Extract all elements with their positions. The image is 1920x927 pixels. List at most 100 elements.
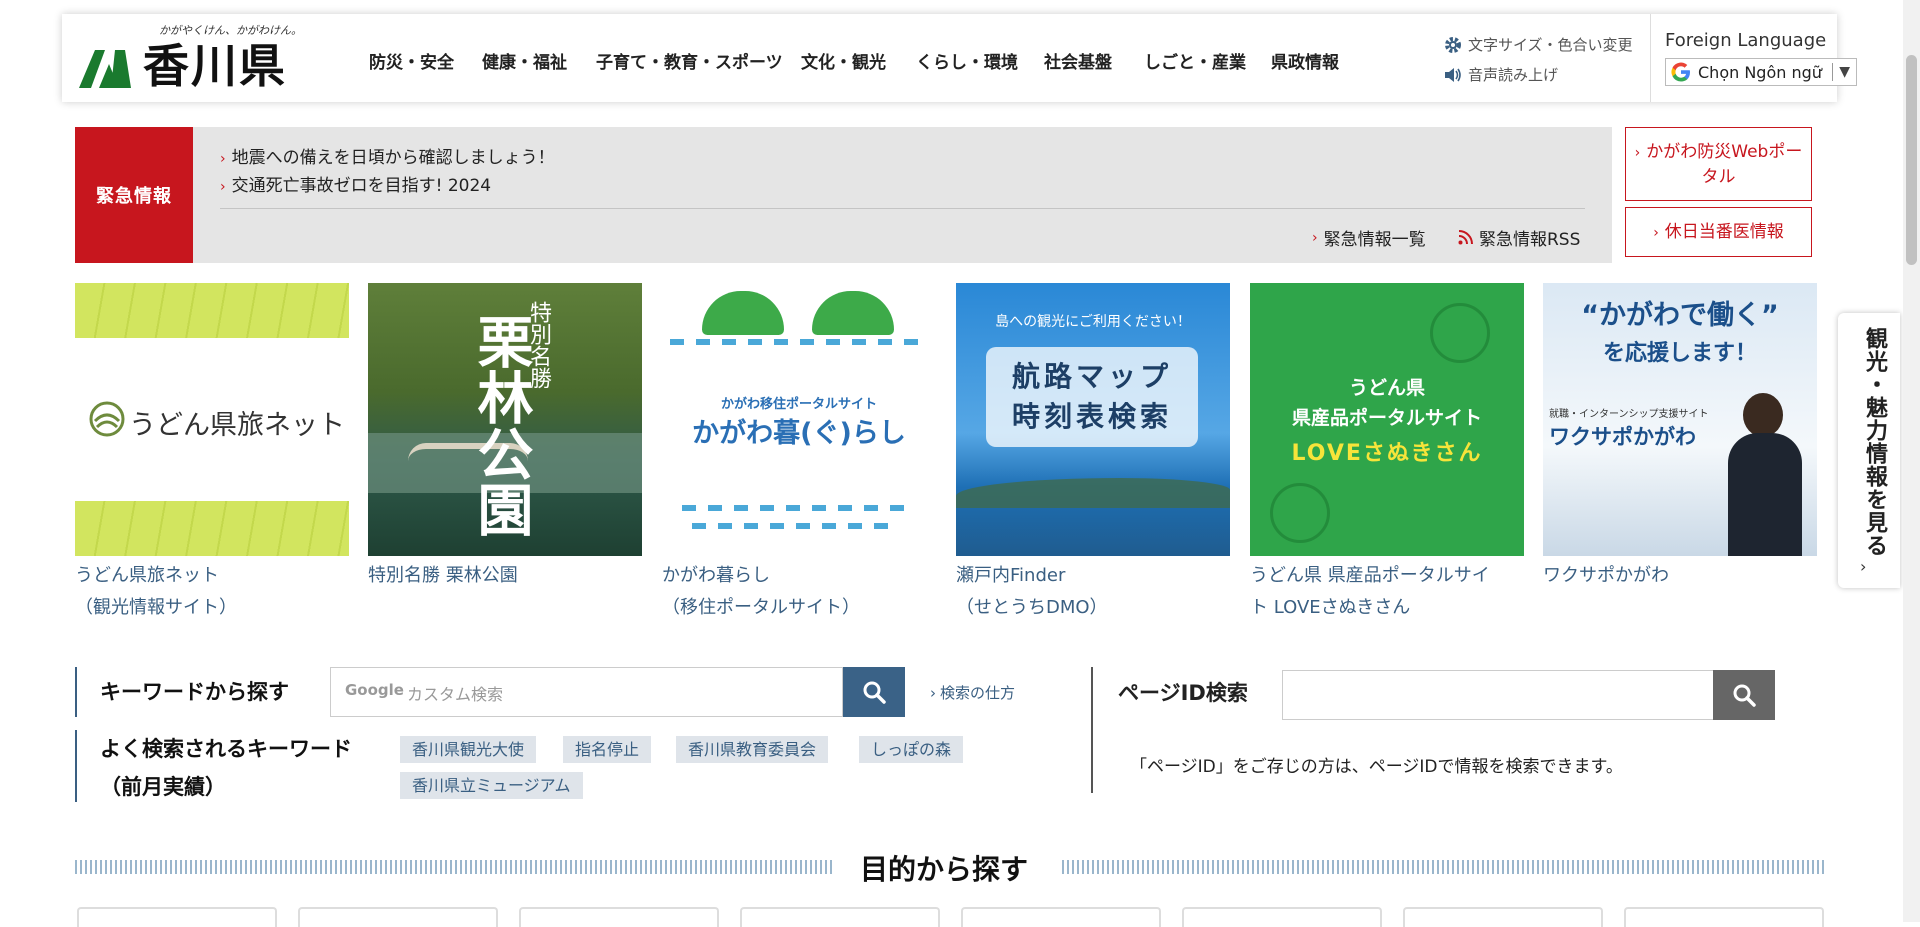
decorative-stripe	[75, 860, 835, 874]
gear-icon	[1445, 36, 1461, 53]
keyword-search-input[interactable]: Google カスタム検索	[330, 667, 843, 717]
banner-image-text-1: “かがわで働く”	[1581, 300, 1779, 331]
emergency-rss-label: 緊急情報RSS	[1479, 230, 1581, 250]
frequent-keywords-title-line: よく検索されるキーワード	[100, 737, 352, 761]
banner-udon-travel[interactable]: うどん県旅ネット	[75, 283, 349, 556]
banner-image-text-1: うどん県	[1348, 377, 1425, 399]
caption-kagawa-living[interactable]: かがわ暮らし （移住ポータルサイト）	[662, 560, 946, 624]
chevron-right-icon: ›	[1653, 224, 1659, 241]
keyword-tag[interactable]: 香川県観光大使	[400, 736, 537, 763]
scrollbar-thumb[interactable]	[1906, 55, 1917, 265]
chevron-down-icon: ▼	[1839, 64, 1850, 80]
tourism-attractions-tab[interactable]: 観光・魅力情報を見る ›	[1838, 313, 1900, 588]
search-icon	[1733, 684, 1756, 707]
divider	[220, 208, 1585, 209]
disaster-portal-button[interactable]: › かがわ防災Webポータル	[1625, 127, 1812, 201]
nav-infrastructure[interactable]: 社会基盤	[1044, 48, 1112, 73]
banner-image-text-4: ワクサポかがわ	[1549, 425, 1696, 449]
page-scrollbar[interactable]	[1903, 0, 1920, 922]
logo-tagline: かがやくけん、かがわけん。	[159, 24, 302, 37]
caption-line: （観光情報サイト）	[75, 597, 237, 618]
caption-line: （せとうちDMO）	[956, 597, 1108, 618]
read-aloud-link[interactable]: 音声読み上げ	[1444, 64, 1558, 85]
emergency-rss-link[interactable]: 緊急情報RSS	[1458, 225, 1580, 250]
language-select-value: Chọn Ngôn ngữ	[1698, 62, 1822, 82]
holiday-doctor-button[interactable]: › 休日当番医情報	[1625, 207, 1812, 257]
tourism-attractions-label: 観光・魅力情報を見る	[1862, 327, 1887, 557]
nav-living-environment[interactable]: くらし・環境	[916, 48, 1018, 73]
banner-setouchi-finder[interactable]: 島への観光にご利用ください！ 航路マップ 時刻表検索	[956, 283, 1230, 556]
purpose-card[interactable]	[961, 907, 1161, 927]
emergency-label: 緊急情報	[75, 127, 193, 263]
caption-line: 瀬戸内Finder	[956, 565, 1066, 586]
emergency-link-traffic[interactable]: › 交通死亡事故ゼロを目指す! 2024	[220, 171, 491, 196]
divider	[1650, 14, 1651, 102]
banner-image-text-small: かがわ移住ポータルサイト	[720, 397, 877, 412]
nav-work-industry[interactable]: しごと・産業	[1144, 48, 1246, 73]
search-icon	[863, 681, 886, 704]
section-accent-bar	[75, 730, 77, 802]
chevron-right-icon: ›	[220, 179, 226, 195]
rss-icon	[1458, 230, 1473, 245]
logo-text: 香川県	[143, 39, 287, 93]
chevron-right-icon: ›	[1312, 229, 1318, 246]
frequent-keywords-title: よく検索されるキーワード （前月実績）	[100, 730, 390, 806]
purpose-card[interactable]	[1403, 907, 1603, 927]
site-logo[interactable]: かがやくけん、かがわけん。 香川県	[77, 22, 302, 97]
caption-love-sanuki[interactable]: うどん県 県産品ポータルサイト LOVEさぬきさん	[1250, 560, 1534, 624]
banner-image-text-2: 県産品ポータルサイト	[1291, 407, 1482, 429]
caption-line: かがわ暮らし	[662, 565, 770, 586]
caption-line: ワクサポかがわ	[1543, 565, 1669, 586]
emergency-link-text: 地震への備えを日頃から確認しましょう！	[231, 148, 555, 168]
purpose-card[interactable]	[1182, 907, 1382, 927]
keyword-tag[interactable]: 香川県教育委員会	[676, 736, 829, 763]
caption-ritsurin-garden[interactable]: 特別名勝 栗林公園	[368, 560, 652, 592]
caption-line: 特別名勝 栗林公園	[368, 565, 518, 586]
kagawa-emblem-icon	[79, 50, 131, 88]
banner-image-text: うどん県旅ネット	[129, 410, 345, 441]
nav-disaster-safety[interactable]: 防災・安全	[369, 48, 454, 73]
udon-logo-icon	[89, 401, 125, 437]
banner-love-sanuki[interactable]: うどん県 県産品ポータルサイト LOVEさぬきさん	[1250, 283, 1524, 556]
caption-line: うどん県 県産品ポータルサイ	[1250, 565, 1490, 586]
disaster-portal-label: かがわ防災Webポータル	[1646, 141, 1803, 187]
caption-line: ト LOVEさぬきさん	[1250, 597, 1411, 618]
banner-kagawa-living[interactable]: かがわ移住ポータルサイト かがわ暮(ぐ)らし	[662, 283, 936, 556]
keyword-tag[interactable]: 香川県立ミュージアム	[400, 772, 583, 799]
chevron-right-icon: ›	[930, 684, 936, 702]
frequent-keywords-subtitle: （前月実績）	[100, 775, 226, 799]
search-howto-label: 検索の仕方	[940, 684, 1016, 702]
caption-wakusapo-kagawa[interactable]: ワクサポかがわ	[1543, 560, 1827, 592]
caption-udon-travel[interactable]: うどん県旅ネット （観光情報サイト）	[75, 560, 359, 624]
nav-prefectural-info[interactable]: 県政情報	[1271, 48, 1339, 73]
keyword-search-button[interactable]	[843, 667, 905, 717]
google-icon	[1671, 62, 1690, 82]
purpose-card[interactable]	[740, 907, 940, 927]
text-size-color-link[interactable]: 文字サイズ・色合い変更	[1444, 34, 1633, 55]
purpose-card[interactable]	[298, 907, 498, 927]
language-select[interactable]: Chọn Ngôn ngữ ▼	[1665, 58, 1857, 86]
banner-image-text-big: 栗林公園	[468, 313, 533, 537]
keyword-tag[interactable]: 指名停止	[563, 736, 652, 763]
nav-culture-tourism[interactable]: 文化・観光	[801, 48, 886, 73]
purpose-card[interactable]	[1624, 907, 1824, 927]
nav-childcare-education-sports[interactable]: 子育て・教育・スポーツ	[596, 48, 783, 73]
chevron-right-icon: ›	[220, 151, 226, 167]
search-howto-link[interactable]: › 検索の仕方	[930, 682, 1015, 703]
emergency-link-earthquake[interactable]: › 地震への備えを日頃から確認しましょう！	[220, 143, 555, 168]
page-id-input[interactable]	[1282, 670, 1715, 720]
banner-image-text-small: 島への観光にご利用ください！	[995, 314, 1191, 330]
nav-health-welfare[interactable]: 健康・福祉	[482, 48, 567, 73]
caption-setouchi-finder[interactable]: 瀬戸内Finder （せとうちDMO）	[956, 560, 1240, 624]
emergency-list-link[interactable]: › 緊急情報一覧	[1312, 225, 1426, 251]
search-placeholder: カスタム検索	[407, 685, 504, 704]
read-aloud-label: 音声読み上げ	[1468, 66, 1559, 84]
keyword-tag[interactable]: しっぽの森	[859, 736, 964, 763]
page-id-search-button[interactable]	[1713, 670, 1775, 720]
purpose-card[interactable]	[519, 907, 719, 927]
purpose-card[interactable]	[77, 907, 277, 927]
banner-ritsurin-garden[interactable]: 特別名勝 栗林公園	[368, 283, 642, 556]
caption-line: うどん県旅ネット	[75, 565, 219, 586]
holiday-doctor-label: 休日当番医情報	[1664, 221, 1784, 242]
banner-wakusapo-kagawa[interactable]: “かがわで働く” を応援します！ 就職・インターンシップ支援サイト ワクサポかが…	[1543, 283, 1817, 556]
